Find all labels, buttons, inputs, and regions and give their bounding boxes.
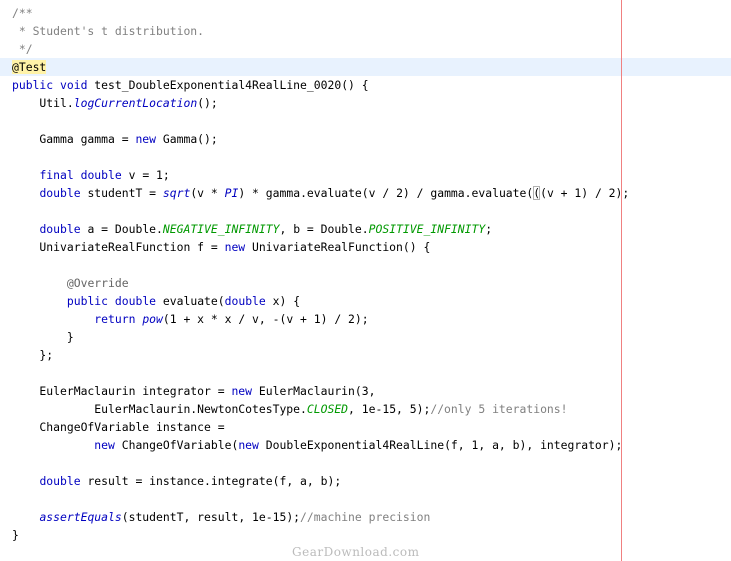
print-margin-line	[621, 0, 622, 561]
code-token: @Override	[66, 276, 129, 290]
code-token: PI	[224, 186, 239, 200]
code-token: }	[12, 528, 19, 542]
code-token: , 1e-15, 5);	[348, 402, 431, 416]
code-token: //machine precision	[300, 510, 431, 524]
code-token: new	[135, 132, 157, 146]
code-token: double	[224, 294, 266, 308]
code-token: double	[39, 222, 81, 236]
code-token: Gamma();	[156, 132, 218, 146]
code-token: studentT =	[80, 186, 163, 200]
code-token: UnivariateRealFunction f =	[12, 240, 225, 254]
code-token: (studentT, result, 1e-15);	[121, 510, 301, 524]
code-token: EulerMaclaurin(3,	[252, 384, 376, 398]
code-token: new	[238, 438, 259, 452]
code-token: a = Double.	[80, 222, 163, 236]
code-token: EulerMaclaurin integrator =	[12, 384, 232, 398]
code-token: (v *	[190, 186, 225, 200]
code-token: new	[231, 384, 253, 398]
code-token: assertEquals	[39, 510, 122, 524]
code-token: (1 + x * x / v, -(v + 1) / 2);	[162, 312, 369, 326]
code-token: DoubleExponential4RealLine(f, 1, a, b), …	[258, 438, 623, 452]
code-token: double	[39, 474, 81, 488]
code-token: ;	[485, 222, 493, 236]
code-token: };	[12, 348, 54, 362]
code-token: final	[39, 168, 74, 182]
code-token: Util.	[12, 96, 74, 110]
code-token: @Test	[12, 60, 47, 74]
code-token: sqrt	[162, 186, 191, 200]
code-token: , b = Double.	[279, 222, 369, 236]
code-token: /**	[12, 6, 33, 20]
code-token: ) * gamma.evaluate(v / 2) / gamma.evalua…	[238, 186, 534, 200]
code-token: v = 1;	[121, 168, 170, 182]
code-token: test_DoubleExponential4RealLine_0020() {	[87, 78, 369, 92]
code-token: Gamma gamma =	[12, 132, 136, 146]
code-token: UnivariateRealFunction() {	[245, 240, 431, 254]
code-token: evaluate(	[156, 294, 225, 308]
code-token: }	[12, 330, 74, 344]
watermark: GearDownload.com	[292, 545, 420, 559]
code-token: return	[94, 312, 136, 326]
code-token: POSITIVE_INFINITY	[368, 222, 486, 236]
code-token: */	[12, 42, 33, 56]
code-token: void	[60, 78, 88, 92]
code-token: public	[12, 78, 54, 92]
code-token: (v + 1) / 2);	[540, 186, 630, 200]
code-token: ChangeOfVariable(	[114, 438, 239, 452]
code-token: EulerMaclaurin.NewtonCotesType.	[12, 402, 307, 416]
code-token: CLOSED	[306, 402, 349, 416]
code-token: x) {	[265, 294, 301, 308]
code-token: new	[94, 438, 115, 452]
code-token: double	[114, 294, 157, 308]
code-token: new	[224, 240, 246, 254]
code-token: * Student's t distribution.	[12, 24, 205, 38]
code-token: double	[80, 168, 122, 182]
code-token: NEGATIVE_INFINITY	[162, 222, 280, 236]
code-token: public	[66, 294, 109, 308]
code-token: //only 5 iterations!	[430, 402, 568, 416]
code-token: double	[39, 186, 81, 200]
code-token: ();	[197, 96, 218, 110]
code-token: result = instance.integrate(f, a, b);	[80, 474, 342, 488]
code-token: pow	[142, 312, 163, 326]
code-token: logCurrentLocation	[73, 96, 198, 110]
code-token: ChangeOfVariable instance =	[12, 420, 225, 434]
